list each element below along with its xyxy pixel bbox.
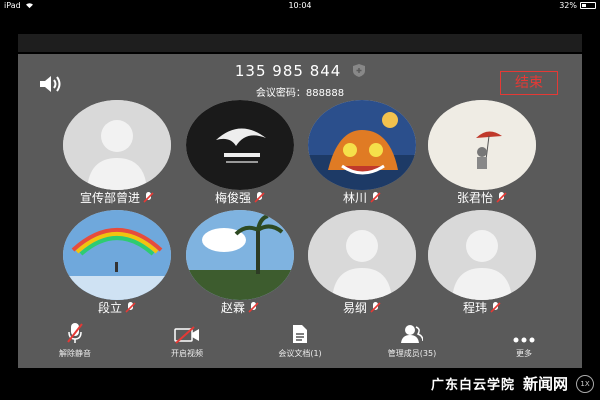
title-band	[18, 34, 582, 52]
participant-tile[interactable]: 赵霖	[186, 210, 294, 315]
participant-tile[interactable]: 易纲	[308, 210, 416, 315]
more-label: 更多	[516, 349, 532, 358]
document-icon	[293, 325, 307, 343]
watermark: 广东白云学院 新闻网 1X	[431, 373, 594, 394]
battery-percent: 32%	[559, 1, 577, 10]
participant-tile[interactable]: 程玮	[428, 210, 536, 315]
cartoon-cat-avatar	[308, 100, 416, 190]
meeting-docs-button[interactable]: 会议文档(1)	[255, 318, 345, 359]
meeting-toolbar: 解除静音 开启视频 会议文档(1) 管理成员(35) 更多	[18, 318, 582, 366]
manage-members-button[interactable]: 管理成员(35)	[367, 318, 457, 359]
participant-tile[interactable]: 张君怡	[428, 100, 536, 205]
mic-muted-icon	[254, 192, 265, 203]
start-video-button[interactable]: 开启视频	[142, 318, 232, 359]
shield-icon	[353, 64, 366, 77]
video-off-icon	[174, 326, 199, 344]
end-meeting-button[interactable]: 结束	[500, 71, 558, 95]
meeting-id-text: 135 985 844	[234, 62, 342, 80]
participant-tile[interactable]: 段立	[63, 210, 171, 315]
mic-muted-icon	[67, 323, 83, 343]
watermark-news: 新闻网	[522, 375, 568, 393]
participant-name: 梅俊强	[214, 191, 251, 205]
umbrella-sketch-avatar	[428, 100, 536, 190]
members-icon	[401, 325, 423, 343]
mic-muted-icon	[496, 192, 507, 203]
participant-name: 宣传部曾进	[79, 191, 140, 205]
meeting-id: 135 985 844	[18, 62, 582, 80]
participant-tile[interactable]: 宣传部曾进	[63, 100, 171, 205]
meeting-password: 会议密码：888888	[255, 88, 345, 99]
rainbow-sky-avatar	[63, 210, 171, 300]
more-icon	[513, 337, 535, 343]
battery-icon	[580, 2, 596, 9]
start-video-label: 开启视频	[171, 349, 203, 358]
default-avatar	[308, 210, 416, 300]
participant-name: 林川	[342, 191, 367, 205]
mic-muted-icon	[143, 192, 154, 203]
mic-muted-icon	[490, 302, 501, 313]
default-avatar	[428, 210, 536, 300]
participant-name: 程玮	[462, 301, 487, 315]
clock: 10:04	[288, 1, 312, 10]
participant-name: 张君怡	[456, 191, 493, 205]
more-button[interactable]: 更多	[479, 318, 569, 359]
participant-name: 赵霖	[220, 301, 245, 315]
participant-name: 段立	[97, 301, 122, 315]
mic-muted-icon	[248, 302, 259, 313]
meeting-docs-label: 会议文档(1)	[278, 349, 322, 358]
mic-muted-icon	[125, 302, 136, 313]
watermark-school: 广东白云学院	[430, 378, 515, 393]
manage-members-label: 管理成员(35)	[387, 349, 437, 358]
unmute-label: 解除静音	[59, 349, 91, 358]
mic-muted-icon	[370, 192, 381, 203]
status-bar: iPad 10:04 32%	[0, 0, 600, 12]
participant-name: 易纲	[342, 301, 367, 315]
default-avatar	[63, 100, 171, 190]
zoom-indicator: 1X	[576, 374, 594, 393]
participant-tile[interactable]: 梅俊强	[186, 100, 294, 205]
mic-muted-icon	[370, 302, 381, 313]
unmute-button[interactable]: 解除静音	[30, 318, 120, 359]
participant-tile[interactable]: 林川	[308, 100, 416, 205]
graffiti-logo-avatar	[186, 100, 294, 190]
palm-trees-avatar	[186, 210, 294, 300]
